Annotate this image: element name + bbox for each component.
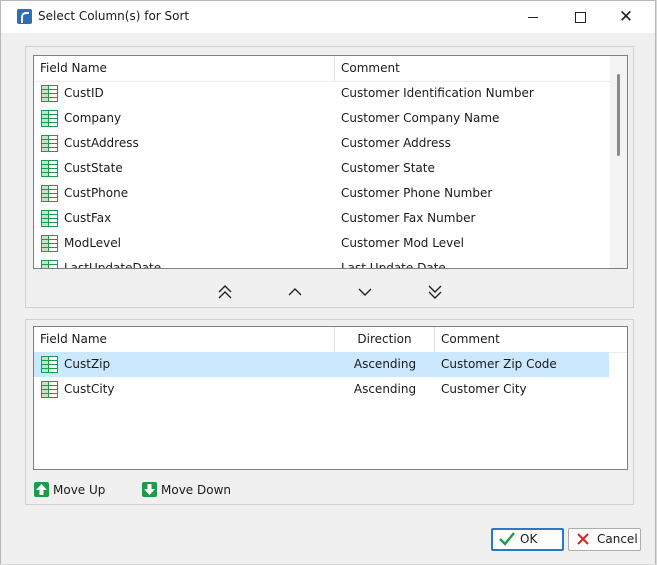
comment-cell: Customer Company Name <box>341 111 500 125</box>
move-one-down-button[interactable] <box>350 281 380 303</box>
sort-columns-grid[interactable]: Field Name Direction Comment CustZip Asce… <box>33 326 628 470</box>
table-column-icon <box>41 210 58 227</box>
header-field-name[interactable]: Field Name <box>34 56 335 81</box>
field-name-cell: CustZip <box>64 357 111 371</box>
comment-cell: Customer State <box>341 161 435 175</box>
sort-columns-panel: Field Name Direction Comment CustZip Asce… <box>25 319 634 505</box>
field-name-cell: ModLevel <box>64 236 121 250</box>
sort-columns-header: Field Name Direction Comment <box>34 327 627 353</box>
minimize-icon <box>528 16 538 18</box>
cancel-button[interactable]: Cancel <box>568 528 641 551</box>
sort-column-row[interactable]: CustCity Ascending Customer City <box>34 377 609 402</box>
ok-label: OK <box>520 532 538 546</box>
table-column-icon <box>41 185 58 202</box>
double-chevron-up-icon <box>218 285 232 299</box>
table-column-icon <box>41 85 58 102</box>
field-name-cell: CustPhone <box>64 186 129 200</box>
comment-cell: Customer Phone Number <box>341 186 493 200</box>
field-name-cell: CustID <box>64 86 104 100</box>
direction-cell: Ascending <box>353 382 417 396</box>
comment-cell: Customer Address <box>341 136 451 150</box>
available-column-row[interactable]: CustState Customer State <box>34 156 609 181</box>
move-all-down-button[interactable] <box>420 281 450 303</box>
available-columns-header: Field Name Comment <box>34 56 627 82</box>
field-name-cell: Company <box>64 111 122 125</box>
close-icon: ✕ <box>618 6 634 27</box>
sort-column-row[interactable]: CustZip Ascending Customer Zip Code <box>34 352 609 377</box>
header-direction[interactable]: Direction <box>335 327 435 352</box>
close-button[interactable]: ✕ <box>603 1 649 33</box>
available-columns-scrollbar[interactable] <box>610 56 627 268</box>
table-column-icon <box>41 235 58 252</box>
field-name-cell: LastUpdateDate <box>64 261 162 269</box>
app-icon <box>17 9 32 24</box>
table-column-icon <box>41 356 58 373</box>
available-column-row[interactable]: CustFax Customer Fax Number <box>34 206 609 231</box>
comment-cell: Customer Zip Code <box>441 357 557 371</box>
move-up-label: Move Up <box>53 483 106 497</box>
checkmark-icon <box>498 531 516 553</box>
table-column-icon <box>41 160 58 177</box>
minimize-button[interactable] <box>510 1 556 33</box>
move-down-label: Move Down <box>161 483 231 497</box>
field-name-cell: CustState <box>64 161 123 175</box>
available-column-row[interactable]: CustID Customer Identification Number <box>34 81 609 106</box>
table-column-icon <box>41 135 58 152</box>
sort-dialog: Select Column(s) for Sort ✕ Field Name C… <box>0 0 656 564</box>
table-column-icon <box>41 110 58 127</box>
chevron-up-icon <box>288 288 302 296</box>
comment-cell: Customer Mod Level <box>341 236 464 250</box>
available-column-row[interactable]: ModLevel Customer Mod Level <box>34 231 609 256</box>
scrollbar-thumb[interactable] <box>617 74 620 156</box>
maximize-button[interactable] <box>557 1 603 33</box>
available-column-row[interactable]: CustAddress Customer Address <box>34 131 609 156</box>
title-bar: Select Column(s) for Sort ✕ <box>1 1 655 33</box>
available-columns-panel: Field Name Comment CustID Customer Identi… <box>25 46 634 308</box>
move-one-up-button[interactable] <box>280 281 310 303</box>
field-name-cell: CustCity <box>64 382 115 396</box>
table-column-icon <box>41 381 58 398</box>
ok-button[interactable]: OK <box>491 528 564 551</box>
available-columns-grid[interactable]: Field Name Comment CustID Customer Identi… <box>33 55 628 269</box>
double-chevron-down-icon <box>428 285 442 299</box>
available-column-row[interactable]: LastUpdateDate Last Update Date <box>34 256 609 269</box>
field-name-cell: CustAddress <box>64 136 139 150</box>
header-comment[interactable]: Comment <box>335 56 609 81</box>
arrow-down-icon <box>142 482 157 497</box>
header-comment[interactable]: Comment <box>435 327 627 352</box>
chevron-down-icon <box>358 288 372 296</box>
header-field-name[interactable]: Field Name <box>34 327 335 352</box>
comment-cell: Customer Fax Number <box>341 211 476 225</box>
cancel-label: Cancel <box>597 532 638 546</box>
arrow-up-icon <box>34 482 49 497</box>
table-column-icon <box>41 260 58 268</box>
direction-cell: Ascending <box>353 357 417 371</box>
comment-cell: Last Update Date <box>341 261 446 269</box>
maximize-icon <box>574 11 586 23</box>
move-all-up-button[interactable] <box>210 281 240 303</box>
cancel-x-icon <box>575 531 591 554</box>
comment-cell: Customer City <box>441 382 527 396</box>
comment-cell: Customer Identification Number <box>341 86 534 100</box>
available-column-row[interactable]: CustPhone Customer Phone Number <box>34 181 609 206</box>
field-name-cell: CustFax <box>64 211 112 225</box>
available-column-row[interactable]: Company Customer Company Name <box>34 106 609 131</box>
window-title: Select Column(s) for Sort <box>38 9 190 23</box>
